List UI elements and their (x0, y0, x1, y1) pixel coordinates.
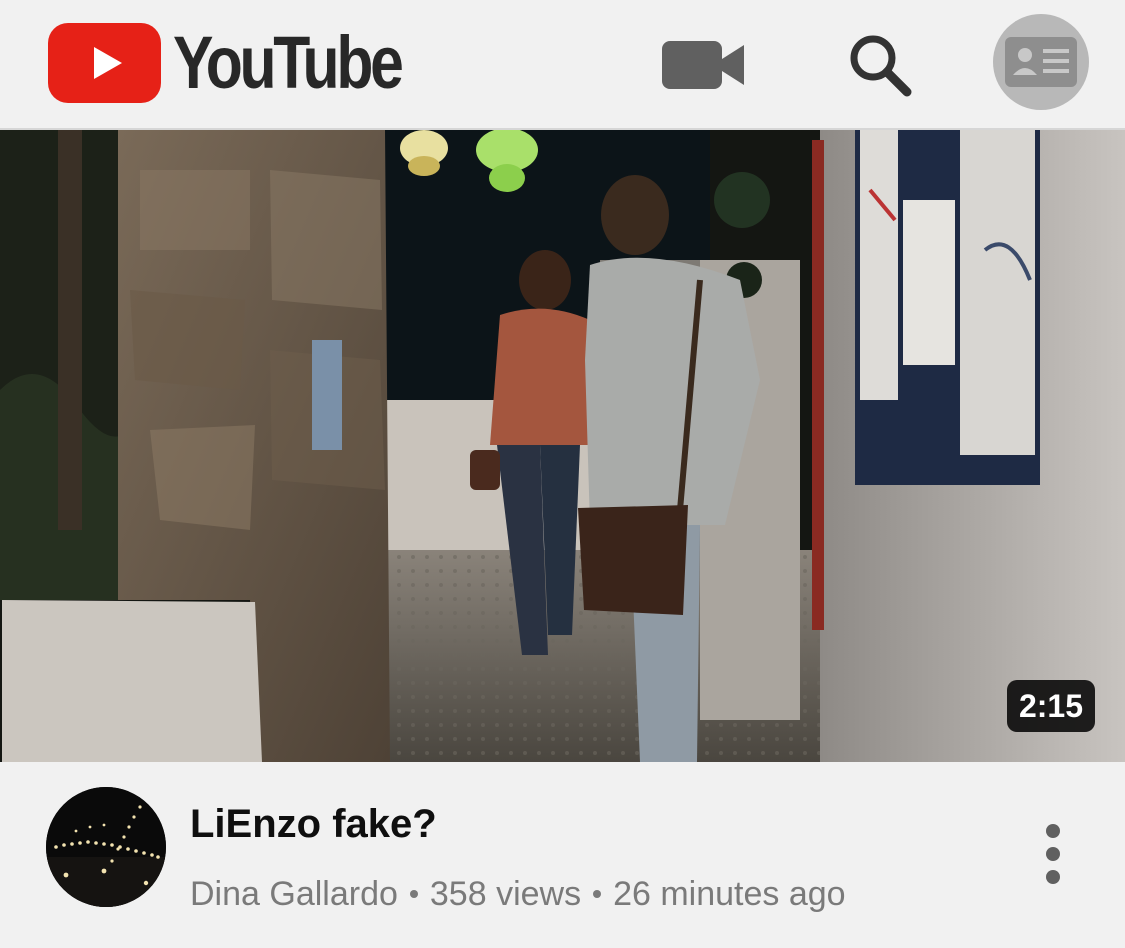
account-card-icon (1005, 37, 1077, 87)
video-metadata: Dina Gallardo 358 views 26 minutes ago (190, 875, 846, 913)
channel-name[interactable]: Dina Gallardo (190, 875, 398, 913)
youtube-logo[interactable]: YouTube (48, 18, 451, 108)
more-vert-icon-dot (1046, 870, 1060, 884)
search-icon (850, 35, 912, 97)
youtube-app: YouTube 2:15 LiEnzo fake? Dina Gallardo … (0, 0, 1125, 948)
more-options-button[interactable] (1030, 824, 1076, 884)
video-thumbnail[interactable]: 2:15 (0, 130, 1125, 762)
video-duration-badge: 2:15 (1006, 680, 1095, 732)
video-title[interactable]: LiEnzo fake? (190, 802, 437, 846)
separator-dot (409, 890, 418, 899)
view-count: 358 views (429, 875, 582, 913)
separator-dot (593, 890, 602, 899)
search-button[interactable] (835, 20, 925, 110)
video-meta-row: LiEnzo fake? Dina Gallardo 358 views 26 mi… (0, 762, 1125, 948)
channel-avatar-image (46, 787, 166, 907)
top-app-bar: YouTube (0, 0, 1125, 130)
more-vert-icon (1046, 824, 1060, 838)
thumbnail-scene (0, 130, 1125, 762)
account-button[interactable] (993, 14, 1089, 110)
upload-button[interactable] (658, 20, 748, 110)
channel-avatar[interactable] (46, 787, 166, 907)
play-logo-icon (48, 23, 161, 103)
more-vert-icon-dot (1046, 847, 1060, 861)
logo-wordmark: YouTube (173, 21, 404, 104)
video-camera-icon (662, 41, 744, 89)
upload-age: 26 minutes ago (613, 875, 846, 913)
